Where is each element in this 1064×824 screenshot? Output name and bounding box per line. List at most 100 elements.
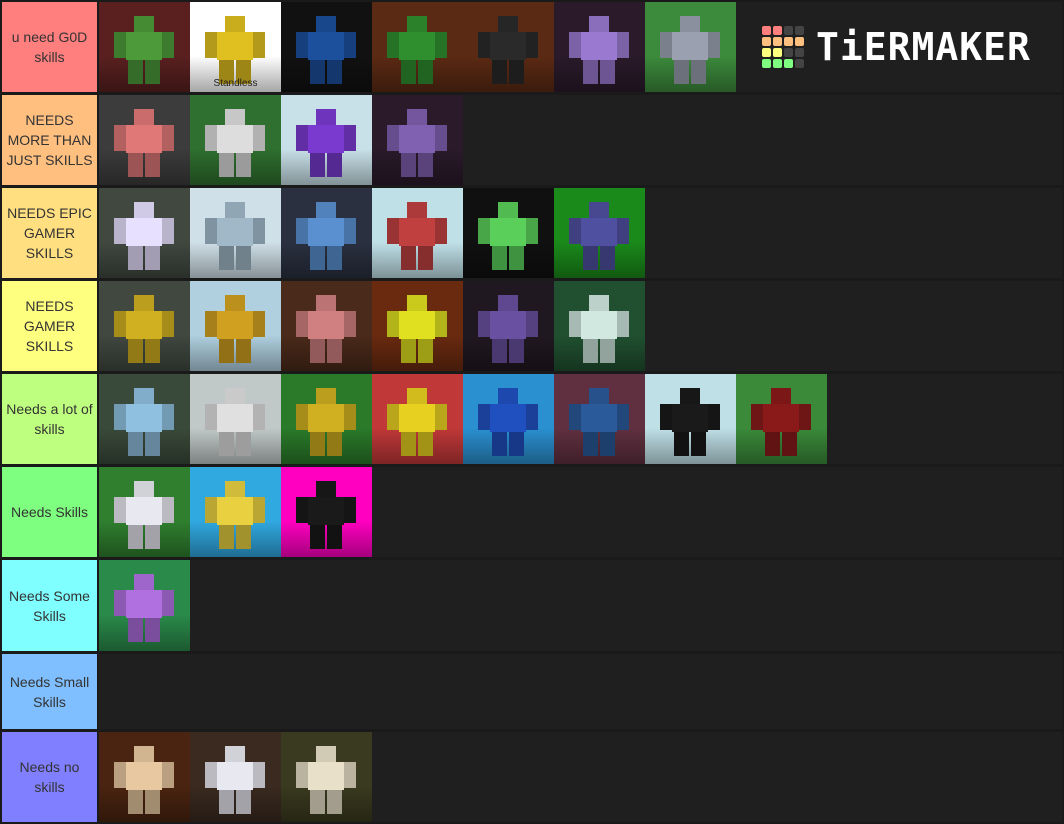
tier-item-red-eye-stand[interactable] xyxy=(645,374,736,464)
tier-item-standless[interactable]: Standless xyxy=(190,2,281,92)
tier-label[interactable]: Needs Some Skills xyxy=(2,560,97,651)
tier-item-green-stand[interactable] xyxy=(463,188,554,278)
tier-row: NEEDS MORE THAN JUST SKILLS xyxy=(0,95,1064,185)
item-caption: Standless xyxy=(213,78,258,89)
tier-row: Needs Small Skills xyxy=(0,654,1064,729)
tier-item-glowing-stand[interactable] xyxy=(99,188,190,278)
logo-grid-cell xyxy=(795,59,804,68)
tier-item-purple-checker-stand[interactable] xyxy=(99,560,190,651)
character-figure xyxy=(736,374,827,464)
tier-item-star-platinum[interactable] xyxy=(554,188,645,278)
tier-item-grey-stand[interactable] xyxy=(190,374,281,464)
tier-row: Needs Skills xyxy=(0,467,1064,557)
tier-label[interactable]: u need G0D skills xyxy=(2,2,97,92)
tier-item-sword-user[interactable] xyxy=(372,2,463,92)
tier-label[interactable]: Needs a lot of skills xyxy=(2,374,97,464)
character-figure xyxy=(463,2,554,92)
tier-label[interactable]: NEEDS MORE THAN JUST SKILLS xyxy=(2,95,97,185)
tier-item-gold-on-red[interactable] xyxy=(372,374,463,464)
tier-item-card-stand[interactable] xyxy=(281,2,372,92)
tier-label[interactable]: NEEDS GAMER SKILLS xyxy=(2,281,97,371)
tier-item-pink-blue-stand[interactable] xyxy=(99,95,190,185)
tier-item-white-armored-stand[interactable] xyxy=(190,732,281,822)
tier-item-the-world-gold[interactable] xyxy=(99,281,190,371)
logo-grid-cell xyxy=(784,37,793,46)
tier-items[interactable] xyxy=(99,732,1062,822)
tier-item-gold-experience-requiem[interactable] xyxy=(281,732,372,822)
tier-row: Needs Some Skills xyxy=(0,560,1064,651)
tier-item-small-purple-stand[interactable] xyxy=(372,95,463,185)
tier-item-hand-stand[interactable] xyxy=(190,95,281,185)
character-figure xyxy=(190,467,281,557)
character-figure xyxy=(99,2,190,92)
character-figure xyxy=(190,732,281,822)
character-figure xyxy=(463,374,554,464)
tier-item-yellow-beam[interactable] xyxy=(372,281,463,371)
character-figure xyxy=(463,281,554,371)
tier-item-red-white-stand[interactable] xyxy=(372,188,463,278)
character-figure xyxy=(99,374,190,464)
logo-grid-cell xyxy=(762,59,771,68)
tier-item-yellow-fist-user[interactable] xyxy=(281,374,372,464)
tier-item-purple-dark-stand[interactable] xyxy=(463,281,554,371)
character-figure xyxy=(372,188,463,278)
tier-item-white-green-stand[interactable] xyxy=(554,281,645,371)
tier-label[interactable]: Needs Skills xyxy=(2,467,97,557)
tier-items[interactable] xyxy=(99,95,1062,185)
tier-item-ice-stand[interactable] xyxy=(190,188,281,278)
logo-grid-cell xyxy=(795,48,804,57)
tier-item-blue-white-duo[interactable] xyxy=(281,188,372,278)
character-figure xyxy=(554,188,645,278)
tier-item-bunny-stand[interactable] xyxy=(99,374,190,464)
tier-label[interactable]: NEEDS EPIC GAMER SKILLS xyxy=(2,188,97,278)
logo-grid-cell xyxy=(795,37,804,46)
tier-item-purple-stand[interactable] xyxy=(554,2,645,92)
logo-grid-cell xyxy=(773,48,782,57)
character-figure xyxy=(281,281,372,371)
character-figure xyxy=(645,2,736,92)
tier-item-turtle-stand[interactable] xyxy=(99,2,190,92)
tier-item-blue-ice-stand[interactable] xyxy=(463,374,554,464)
character-figure xyxy=(99,188,190,278)
tier-item-horned-stand[interactable] xyxy=(281,467,372,557)
tier-row: Needs no skills xyxy=(0,732,1064,822)
logo-grid-cell xyxy=(762,26,771,35)
tier-items[interactable] xyxy=(99,467,1062,557)
logo-grid-cell xyxy=(784,59,793,68)
character-figure xyxy=(463,188,554,278)
tier-items[interactable] xyxy=(99,374,1062,464)
character-figure xyxy=(281,95,372,185)
character-figure xyxy=(190,188,281,278)
logo-grid-cell xyxy=(762,48,771,57)
tier-item-red-black-stand[interactable] xyxy=(736,374,827,464)
character-figure xyxy=(554,281,645,371)
logo-grid-cell xyxy=(762,37,771,46)
logo-grid-cell xyxy=(773,59,782,68)
tier-item-blue-shirt-user[interactable] xyxy=(554,374,645,464)
tier-label[interactable]: Needs no skills xyxy=(2,732,97,822)
character-figure xyxy=(372,2,463,92)
character-figure xyxy=(99,732,190,822)
character-figure xyxy=(190,374,281,464)
tier-items[interactable] xyxy=(99,188,1062,278)
tier-items[interactable] xyxy=(99,654,1062,729)
tier-items[interactable] xyxy=(99,560,1062,651)
tier-item-red-checker-stand[interactable] xyxy=(281,281,372,371)
tier-item-revolver[interactable] xyxy=(645,2,736,92)
tier-item-dark-stand[interactable] xyxy=(463,2,554,92)
character-figure xyxy=(99,560,190,650)
tier-item-star-platinum-purple[interactable] xyxy=(281,95,372,185)
character-figure xyxy=(281,2,372,92)
tier-row: NEEDS GAMER SKILLS xyxy=(0,281,1064,371)
tier-item-horse-rider[interactable] xyxy=(99,467,190,557)
character-figure xyxy=(281,467,372,557)
tier-item-gold-stand[interactable] xyxy=(190,281,281,371)
tiermaker-logo[interactable]: TiERMAKER xyxy=(738,2,1062,92)
tier-items[interactable] xyxy=(99,281,1062,371)
tiermaker-wordmark: TiERMAKER xyxy=(816,25,1031,69)
logo-grid-cell xyxy=(795,26,804,35)
tier-item-paper-stand[interactable] xyxy=(99,732,190,822)
character-figure xyxy=(372,281,463,371)
tier-item-gold-experience[interactable] xyxy=(190,467,281,557)
tier-label[interactable]: Needs Small Skills xyxy=(2,654,97,729)
